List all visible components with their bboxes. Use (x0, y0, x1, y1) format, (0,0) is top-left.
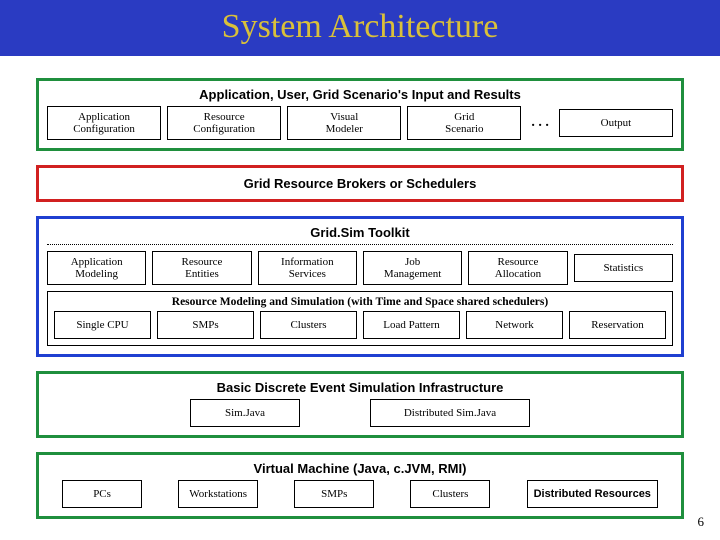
layer-gridsim-toolkit: Grid.Sim Toolkit ApplicationModeling Res… (36, 216, 684, 357)
row: Single CPU SMPs Clusters Load Pattern Ne… (54, 311, 666, 339)
box-smps: SMPs (157, 311, 254, 339)
box-workstations: Workstations (178, 480, 258, 508)
box-simjava: Sim.Java (190, 399, 300, 427)
box-resource-configuration: ResourceConfiguration (167, 106, 281, 140)
divider-dotted (47, 244, 673, 245)
layer-basic-simulation: Basic Discrete Event Simulation Infrastr… (36, 371, 684, 438)
slide-title: System Architecture (0, 8, 720, 46)
box-resource-entities: ResourceEntities (152, 251, 251, 285)
box-visual-modeler: VisualModeler (287, 106, 401, 140)
box-smps-vm: SMPs (294, 480, 374, 508)
box-information-services: InformationServices (258, 251, 357, 285)
row: ApplicationModeling ResourceEntities Inf… (47, 251, 673, 285)
layer-title: Virtual Machine (Java, c.JVM, RMI) (47, 461, 673, 476)
box-pcs: PCs (62, 480, 142, 508)
box-application-modeling: ApplicationModeling (47, 251, 146, 285)
box-reservation: Reservation (569, 311, 666, 339)
layer-title: Basic Discrete Event Simulation Infrastr… (47, 380, 673, 395)
box-job-management: JobManagement (363, 251, 462, 285)
architecture-diagram: Application, User, Grid Scenario's Input… (0, 56, 720, 519)
box-output: Output (559, 109, 673, 137)
box-application-configuration: ApplicationConfiguration (47, 106, 161, 140)
box-clusters: Clusters (260, 311, 357, 339)
inner-title: Resource Modeling and Simulation (with T… (54, 296, 666, 308)
page-number: 6 (698, 514, 705, 530)
box-resource-allocation: ResourceAllocation (468, 251, 567, 285)
row: ApplicationConfiguration ResourceConfigu… (47, 106, 673, 140)
layer-title: Grid Resource Brokers or Schedulers (47, 176, 673, 191)
box-grid-scenario: GridScenario (407, 106, 521, 140)
box-single-cpu: Single CPU (54, 311, 151, 339)
box-distributed-resources: Distributed Resources (527, 480, 658, 508)
box-network: Network (466, 311, 563, 339)
layer-title: Application, User, Grid Scenario's Input… (47, 87, 673, 102)
box-distributed-simjava: Distributed Sim.Java (370, 399, 530, 427)
box-statistics: Statistics (574, 254, 673, 282)
title-banner: System Architecture (0, 0, 720, 56)
row: PCs Workstations SMPs Clusters Distribut… (47, 480, 673, 508)
box-clusters-vm: Clusters (410, 480, 490, 508)
layer-application-input: Application, User, Grid Scenario's Input… (36, 78, 684, 151)
layer-title: Grid.Sim Toolkit (47, 225, 673, 240)
inner-resource-modeling: Resource Modeling and Simulation (with T… (47, 291, 673, 346)
ellipsis: . . . (527, 115, 553, 131)
row: Sim.Java Distributed Sim.Java (47, 399, 673, 427)
layer-brokers: Grid Resource Brokers or Schedulers (36, 165, 684, 202)
layer-virtual-machine: Virtual Machine (Java, c.JVM, RMI) PCs W… (36, 452, 684, 519)
box-load-pattern: Load Pattern (363, 311, 460, 339)
